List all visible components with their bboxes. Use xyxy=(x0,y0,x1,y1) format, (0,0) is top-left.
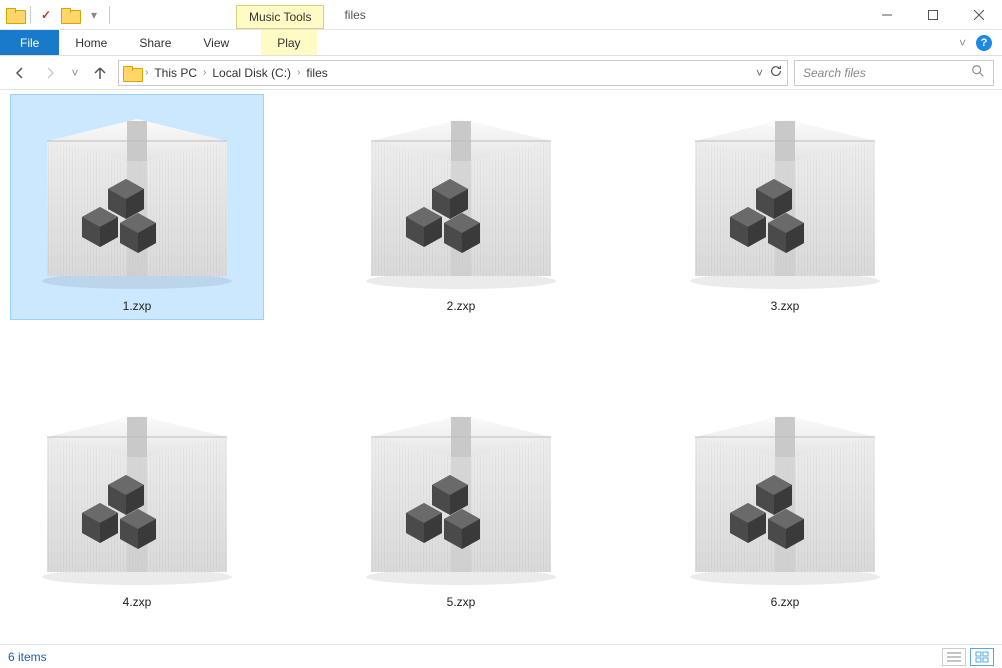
navigation-bar: ˅ › This PC › Local Disk (C:) › files ˅ xyxy=(0,56,1002,90)
title-bar: ✓ ▾ Music Tools files xyxy=(0,0,1002,30)
context-tab-group: Music Tools xyxy=(236,0,324,29)
recent-dropdown-icon[interactable]: ˅ xyxy=(68,61,82,85)
address-dropdown-icon[interactable]: ˅ xyxy=(756,66,763,80)
file-item[interactable]: 6.zxp xyxy=(658,390,912,616)
details-view-button[interactable] xyxy=(942,648,966,666)
package-icon xyxy=(351,101,571,291)
help-icon[interactable]: ? xyxy=(976,35,992,51)
package-icon xyxy=(27,397,247,587)
file-name: 2.zxp xyxy=(447,299,476,313)
address-folder-icon xyxy=(123,66,141,80)
file-item[interactable]: 1.zxp xyxy=(10,94,264,320)
context-tab-music-tools[interactable]: Music Tools xyxy=(236,5,324,29)
address-right: ˅ xyxy=(756,64,783,81)
window-title: files xyxy=(344,8,365,22)
tab-file[interactable]: File xyxy=(0,30,59,55)
up-button[interactable] xyxy=(88,61,112,85)
package-icon xyxy=(675,397,895,587)
tab-home[interactable]: Home xyxy=(59,30,123,55)
package-icon xyxy=(27,101,247,291)
file-name: 5.zxp xyxy=(447,595,476,609)
address-bar[interactable]: › This PC › Local Disk (C:) › files ˅ xyxy=(118,60,788,86)
file-name: 6.zxp xyxy=(771,595,800,609)
chevron-right-icon[interactable]: › xyxy=(203,67,206,78)
status-bar: 6 items xyxy=(0,644,1002,668)
new-folder-icon[interactable] xyxy=(59,4,81,26)
minimize-button[interactable] xyxy=(864,0,910,29)
separator xyxy=(109,6,110,24)
search-input[interactable] xyxy=(803,66,971,80)
search-box[interactable] xyxy=(794,60,994,86)
item-count: 6 items xyxy=(8,650,47,664)
search-icon[interactable] xyxy=(971,64,985,81)
view-switcher xyxy=(942,648,994,666)
package-icon xyxy=(675,101,895,291)
ribbon-collapse-icon[interactable]: ˅ xyxy=(959,36,966,50)
app-icon[interactable] xyxy=(4,4,26,26)
breadcrumb-files[interactable]: files xyxy=(304,66,329,80)
chevron-right-icon[interactable]: › xyxy=(297,67,300,78)
chevron-right-icon[interactable]: › xyxy=(145,67,148,78)
back-button[interactable] xyxy=(8,61,32,85)
qat-dropdown-icon[interactable]: ▾ xyxy=(83,4,105,26)
file-name: 3.zxp xyxy=(771,299,800,313)
file-item[interactable]: 5.zxp xyxy=(334,390,588,616)
properties-icon[interactable]: ✓ xyxy=(35,4,57,26)
breadcrumb-this-pc[interactable]: This PC xyxy=(152,66,199,80)
ribbon-tabs: File Home Share View Play ˅ ? xyxy=(0,30,1002,56)
window-controls xyxy=(864,0,1002,29)
maximize-button[interactable] xyxy=(910,0,956,29)
package-icon xyxy=(351,397,571,587)
file-item[interactable]: 3.zxp xyxy=(658,94,912,320)
file-name: 4.zxp xyxy=(123,595,152,609)
quick-access-toolbar: ✓ ▾ xyxy=(0,0,116,29)
file-name: 1.zxp xyxy=(123,299,152,313)
forward-button[interactable] xyxy=(38,61,62,85)
refresh-icon[interactable] xyxy=(769,64,783,81)
tab-share[interactable]: Share xyxy=(123,30,187,55)
file-item[interactable]: 2.zxp xyxy=(334,94,588,320)
separator xyxy=(30,6,31,24)
tab-play[interactable]: Play xyxy=(261,30,316,55)
file-view[interactable]: 1.zxp 2.zxp xyxy=(0,90,1002,644)
thumbnails-view-button[interactable] xyxy=(970,648,994,666)
breadcrumb-local-disk[interactable]: Local Disk (C:) xyxy=(210,66,293,80)
close-button[interactable] xyxy=(956,0,1002,29)
file-item[interactable]: 4.zxp xyxy=(10,390,264,616)
ribbon-right: ˅ ? xyxy=(959,30,1002,55)
tab-view[interactable]: View xyxy=(187,30,245,55)
